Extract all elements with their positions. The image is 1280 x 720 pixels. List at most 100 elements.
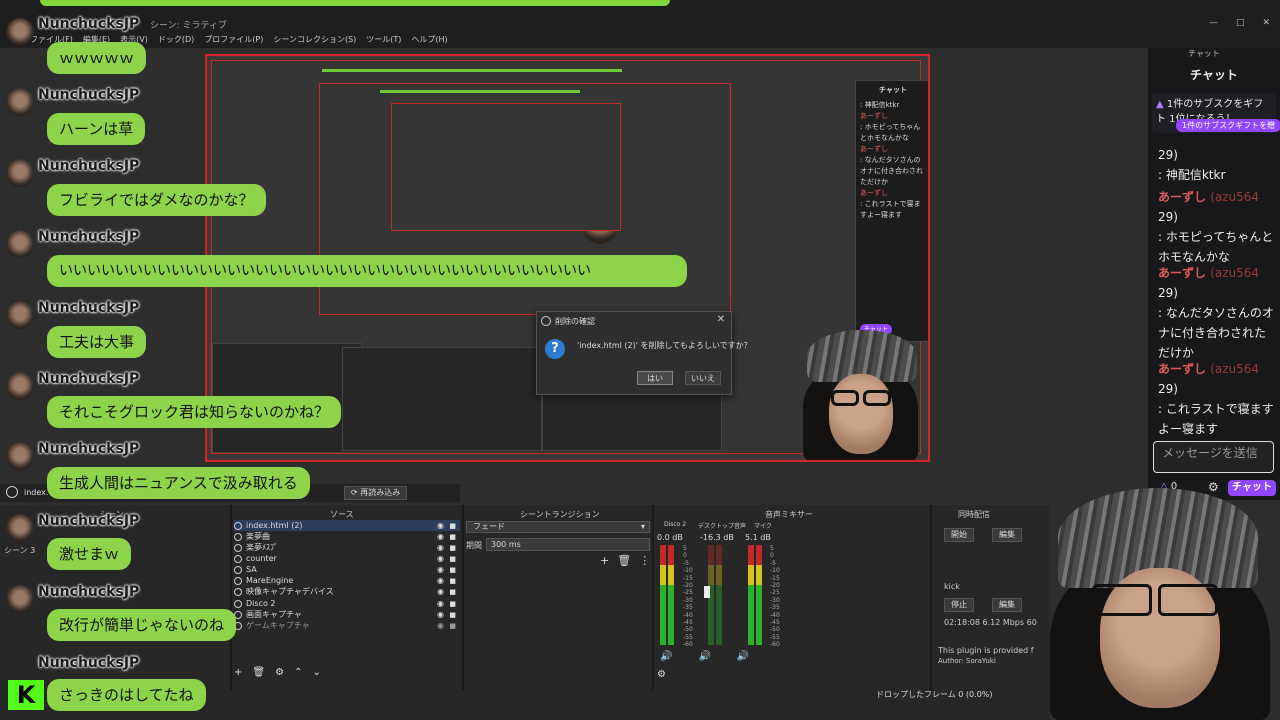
lock-icon[interactable]: ■ <box>449 622 456 630</box>
window-title: シーン: ミラティブ <box>150 21 227 31</box>
source-row[interactable]: 楽夢ﾒｽﾌﾟ ◉ ■ <box>234 542 460 553</box>
eye-icon[interactable]: ◉ <box>437 610 444 619</box>
volume-slider-handle[interactable] <box>704 586 710 598</box>
source-row[interactable]: MareEngine ◉ ■ <box>234 575 460 586</box>
trash-icon[interactable]: 🗑 <box>617 554 631 567</box>
lock-icon[interactable]: ■ <box>449 522 456 530</box>
minimize-icon[interactable]: — <box>1209 18 1218 28</box>
menu-tools[interactable]: ツール(T) <box>366 34 401 45</box>
chat-line: 29) <box>1158 382 1178 396</box>
chat-line: 29) <box>1158 210 1178 224</box>
source-label: MareEngine <box>246 576 294 585</box>
trash-icon[interactable]: 🗑 <box>252 667 265 678</box>
edit-button[interactable]: 編集 <box>992 598 1022 612</box>
nested-chat-name: あーずし <box>860 112 888 120</box>
eye-icon[interactable]: ◉ <box>437 543 444 552</box>
speaker-icon[interactable]: 🔊 <box>737 651 749 662</box>
chat-bubble: 工夫は大事 <box>47 326 147 358</box>
chat-line: : ホモピってちゃんとホモなんかな <box>1158 230 1274 264</box>
source-type-icon <box>6 486 18 498</box>
chevron-up-icon[interactable]: ⌃ <box>294 667 302 678</box>
speaker-icon[interactable]: 🔊 <box>698 651 710 662</box>
dock-divider <box>230 505 232 690</box>
chat-username: NunchucksJP <box>38 300 140 316</box>
lock-icon[interactable]: ■ <box>449 544 456 552</box>
eye-icon[interactable]: ◉ <box>437 621 444 630</box>
source-row[interactable]: 映像キャプチャデバイス ◉ ■ <box>234 586 460 597</box>
source-label: 楽夢ﾒｽﾌﾟ <box>246 543 278 552</box>
chat-username: NunchucksJP <box>38 16 140 32</box>
lock-icon[interactable]: ■ <box>449 611 456 619</box>
volume-meter <box>668 545 674 645</box>
source-label: Disco 2 <box>246 599 276 608</box>
dialog-close-icon[interactable]: ✕ <box>717 314 725 325</box>
window-controls: — □ ✕ <box>1209 18 1270 28</box>
avatar <box>6 585 34 613</box>
more-icon[interactable]: ⋮ <box>639 554 650 567</box>
source-row[interactable]: ゲームキャプチャ ◉ ■ <box>234 620 460 631</box>
source-label: ゲームキャプチャ <box>246 621 310 630</box>
eye-icon[interactable]: ◉ <box>437 532 444 541</box>
eye-icon[interactable]: ◉ <box>437 521 444 530</box>
menu-scene-collection[interactable]: シーンコレクション(S) <box>273 34 356 45</box>
add-icon[interactable]: + <box>234 667 242 678</box>
avatar <box>6 301 34 329</box>
webcam-glasses-left <box>831 390 859 406</box>
maximize-icon[interactable]: □ <box>1236 18 1245 28</box>
transition-select[interactable]: フェード ▾ <box>466 521 650 533</box>
chat-username: NunchucksJP <box>38 584 140 600</box>
obs-logo-icon <box>541 316 551 326</box>
nested-chat-line: : ホモピってちゃんとホモなんかな <box>860 123 921 142</box>
duration-label: 期間 <box>466 541 482 550</box>
source-label: 楽夢曲 <box>246 532 270 541</box>
lock-icon[interactable]: ■ <box>449 577 456 585</box>
chevron-down-icon[interactable]: ⌄ <box>312 667 320 678</box>
dialog-header: 削除の確認 ✕ <box>537 312 731 330</box>
source-row[interactable]: 画面キャプチャ ◉ ■ <box>234 609 460 620</box>
no-button[interactable]: いいえ <box>685 371 721 385</box>
eye-icon[interactable]: ◉ <box>437 599 444 608</box>
chat-author: あーずし (azu564 <box>1158 190 1260 204</box>
mixer-dock-title: 音声ミキサー <box>765 510 813 519</box>
nested-stripe <box>322 69 622 72</box>
gear-icon[interactable]: ⚙ <box>275 667 284 678</box>
stop-button[interactable]: 停止 <box>944 598 974 612</box>
mixer-scale: 5 0 -5 -10 -15 -20 -25 -30 -35 -40 -45 -50 -55 -60 <box>770 545 780 649</box>
webcam-face <box>829 374 893 454</box>
eye-icon[interactable]: ◉ <box>437 565 444 574</box>
lock-icon[interactable]: ■ <box>449 600 456 608</box>
volume-meter <box>660 545 666 645</box>
source-row[interactable]: SA ◉ ■ <box>234 564 460 575</box>
menu-profile[interactable]: プロファイル(P) <box>204 34 263 45</box>
reload-button[interactable]: ⟳ 再読み込み <box>344 486 408 500</box>
add-icon[interactable]: + <box>600 554 609 567</box>
chat-input[interactable]: メッセージを送信 <box>1153 441 1274 473</box>
lock-icon[interactable]: ■ <box>449 555 456 563</box>
gift-subscription-button[interactable]: 1件のサブスクギフトを贈 <box>1176 119 1280 132</box>
source-row[interactable]: index.html (2) ◉ ■ <box>234 520 460 531</box>
source-row[interactable]: counter ◉ ■ <box>234 553 460 564</box>
menu-help[interactable]: ヘルプ(H) <box>411 34 447 45</box>
mixer-settings-icon[interactable]: ⚙ <box>657 669 666 680</box>
yes-button[interactable]: はい <box>637 371 673 385</box>
duration-input[interactable]: 300 ms <box>486 538 650 551</box>
eye-icon[interactable]: ◉ <box>437 587 444 596</box>
scene-item[interactable]: シーン 3 <box>4 545 35 556</box>
chat-tab[interactable]: チャット <box>1148 66 1280 83</box>
source-row[interactable]: Disco 2 ◉ ■ <box>234 598 460 609</box>
lock-icon[interactable]: ■ <box>449 566 456 574</box>
source-label: 映像キャプチャデバイス <box>246 587 334 596</box>
start-button[interactable]: 開始 <box>944 528 974 542</box>
edit-button[interactable]: 編集 <box>992 528 1022 542</box>
avatar <box>6 159 34 187</box>
close-icon[interactable]: ✕ <box>1262 18 1270 28</box>
speaker-icon[interactable]: 🔊 <box>660 651 672 662</box>
lock-icon[interactable]: ■ <box>449 588 456 596</box>
title-bar: シーン: ミラティブ ファイル(F) 編集(E) 表示(V) ドック(D) プロ… <box>0 0 1280 48</box>
eye-icon[interactable]: ◉ <box>437 554 444 563</box>
menu-dock[interactable]: ドック(D) <box>158 34 194 45</box>
source-row[interactable]: 楽夢曲 ◉ ■ <box>234 531 460 542</box>
lock-icon[interactable]: ■ <box>449 533 456 541</box>
eye-icon[interactable]: ◉ <box>437 576 444 585</box>
nested-preview-3 <box>391 103 621 231</box>
